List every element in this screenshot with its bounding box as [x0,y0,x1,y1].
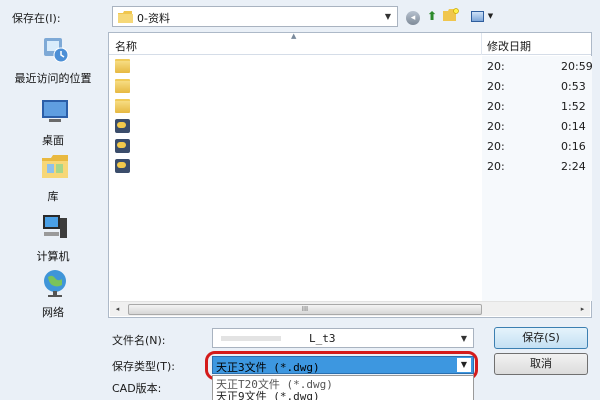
chevron-down-icon[interactable]: ▼ [457,331,471,346]
place-recent[interactable]: 最近访问的位置 [0,32,106,90]
save-button[interactable]: 保存(S) [494,327,588,349]
scroll-left-icon[interactable]: ◂ [110,302,125,317]
up-arrow-icon: ⬆ [426,9,438,23]
time-modified: 2:24 [561,160,586,173]
column-header: 名称 ▲ 修改日期 [109,32,591,55]
cad-version-label: CAD版本: [112,382,162,395]
place-label: 网络 [42,306,64,319]
place-label: 计算机 [36,250,70,263]
save-type-label: 保存类型(T): [112,360,176,373]
dwg-file-icon [115,159,130,173]
list-item[interactable]: 20: 1:52 [109,97,591,116]
views-menu-button[interactable]: ▼ [468,8,496,25]
time-modified: 0:16 [561,140,586,153]
filename-field[interactable]: L_t3 ▼ [212,328,474,348]
dropdown-option[interactable]: 天正9文件 (*.dwg) [216,388,320,400]
new-folder-icon [443,8,459,21]
save-in-row: 保存在(I): 0-资料 ▼ ◂ ⬆ ▼ [12,6,592,28]
redacted-text [221,336,281,341]
filename-label: 文件名(N): [112,334,166,347]
places-bar: 最近访问的位置 桌面 库 计算机 网络 [0,32,106,332]
file-list[interactable]: 名称 ▲ 修改日期 20: 20:59 20: 0:53 20: 1:52 20… [108,32,593,318]
place-library[interactable]: 库 [0,150,106,208]
cancel-button[interactable]: 取消 [494,353,588,375]
list-item[interactable]: 20: 0:16 [109,137,591,156]
location-combo[interactable]: 0-资料 ▼ [112,6,398,27]
folder-icon [118,11,133,23]
column-divider[interactable] [481,33,482,55]
time-modified: 20:59 [561,60,593,73]
scroll-right-icon[interactable]: ▸ [575,302,590,317]
scrollbar-thumb[interactable]: III [128,304,482,315]
folder-icon [115,59,130,73]
column-name[interactable]: 名称 [115,38,137,54]
location-text: 0-资料 [137,12,170,25]
recent-places-icon [44,38,69,63]
list-item[interactable]: 20: 0:53 [109,77,591,96]
network-icon [44,270,66,297]
chevron-down-icon: ▼ [487,12,494,20]
list-item[interactable]: 20: 20:59 [109,57,593,76]
list-item[interactable]: 20: 2:24 [109,157,591,176]
back-button[interactable]: ◂ [405,8,421,25]
date-modified: 20: [487,60,505,73]
folder-icon [115,99,130,113]
chevron-down-icon[interactable]: ▼ [381,9,395,24]
place-desktop[interactable]: 桌面 [0,94,106,152]
time-modified: 1:52 [561,100,586,113]
save-type-dropdown[interactable]: 天正T20文件 (*.dwg) 天正9文件 (*.dwg) [212,375,474,400]
back-arrow-icon: ◂ [406,11,420,25]
date-modified: 20: [487,100,505,113]
place-label: 最近访问的位置 [14,72,92,85]
views-icon [470,11,484,22]
list-item[interactable]: 20: 0:14 [109,117,591,136]
horizontal-scrollbar[interactable]: ◂ III ▸ [110,301,590,316]
date-modified: 20: [487,160,505,173]
column-date-modified[interactable]: 修改日期 [487,38,531,54]
up-folder-button[interactable]: ⬆ [424,8,440,25]
date-modified: 20: [487,140,505,153]
library-icon [42,155,68,178]
folder-icon [115,79,130,93]
time-modified: 0:14 [561,120,586,133]
time-modified: 0:53 [561,80,586,93]
computer-icon [43,215,67,238]
place-label: 桌面 [42,134,64,147]
dwg-file-icon [115,139,130,153]
filename-value: L_t3 [309,332,336,345]
date-modified: 20: [487,120,505,133]
dwg-file-icon [115,119,130,133]
new-folder-button[interactable] [442,8,460,25]
place-computer[interactable]: 计算机 [0,210,106,268]
date-modified: 20: [487,80,505,93]
sort-ascending-icon: ▲ [291,32,297,40]
save-in-label: 保存在(I): [12,12,61,25]
place-label: 库 [47,190,59,203]
desktop-icon [42,100,68,122]
place-network[interactable]: 网络 [0,266,106,324]
